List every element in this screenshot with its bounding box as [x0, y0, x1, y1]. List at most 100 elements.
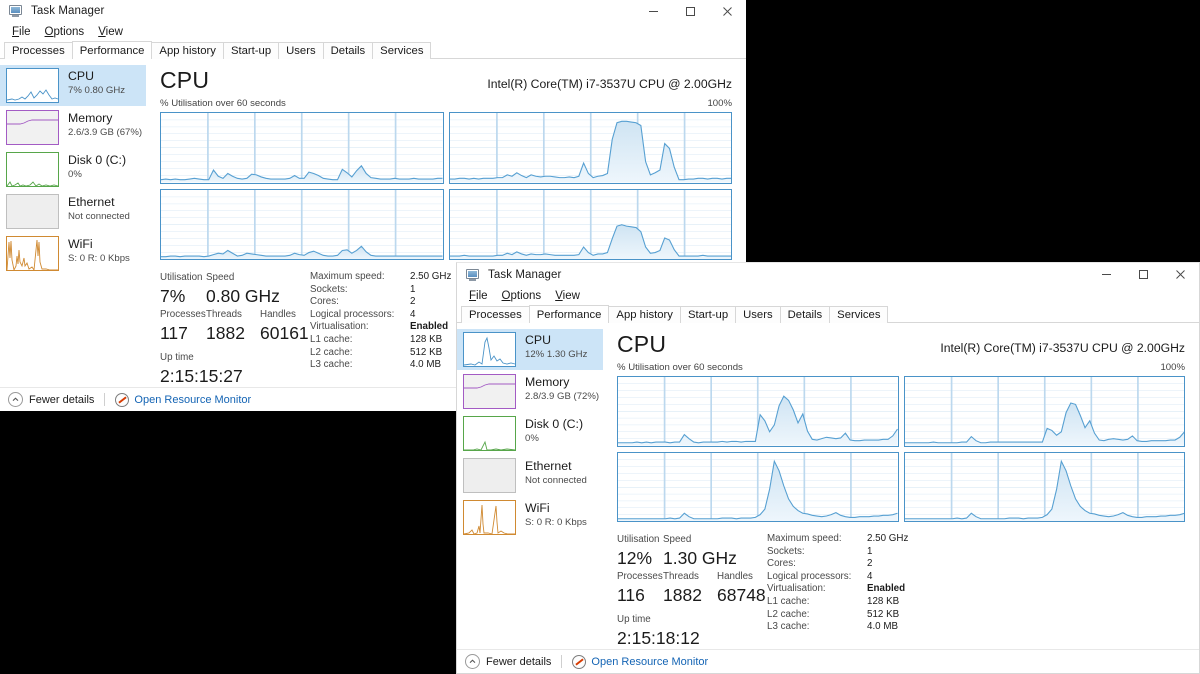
sidebar-item-label: Memory [525, 375, 599, 390]
graph-caption-row: % Utilisation over 60 seconds 100% [160, 98, 732, 109]
sidebar-item-text: Disk 0 (C:)0% [525, 416, 583, 445]
sidebar-item-sublabel: 0% [68, 168, 126, 181]
detail-label: Logical processors: [767, 571, 867, 584]
detail-row: L1 cache:128 KB [767, 596, 1185, 609]
cpu-graph-2[interactable] [160, 189, 444, 261]
chevron-up-icon [8, 392, 23, 407]
detail-row: Sockets:1 [767, 546, 1185, 559]
menu-item-view[interactable]: View [550, 289, 586, 303]
close-button[interactable] [709, 0, 746, 22]
detail-label: Logical processors: [310, 309, 410, 322]
tab-performance[interactable]: Performance [529, 305, 610, 323]
main-panel: CPUIntel(R) Core(TM) i7-3537U CPU @ 2.00… [603, 323, 1199, 673]
detail-row: L3 cache:4.0 MB [767, 621, 1185, 634]
speed-label: Speed [663, 533, 737, 547]
cpu-graph-3[interactable] [904, 452, 1186, 523]
sidebar-item-sublabel: 7% 0.80 GHz [68, 84, 125, 97]
maximise-button[interactable] [1125, 263, 1162, 285]
maximise-button[interactable] [672, 0, 709, 22]
menu-item-options[interactable]: Options [40, 25, 91, 39]
fewer-details-label: Fewer details [486, 656, 551, 668]
sidebar-item-cpu[interactable]: CPU7% 0.80 GHz [0, 65, 146, 106]
detail-label: Virtualisation: [310, 321, 410, 334]
handles: Handles60161 [260, 308, 310, 345]
stats-primary: Utilisation7%Speed0.80 GHzProcesses117Th… [160, 271, 310, 388]
sidebar-item-ethernet[interactable]: EthernetNot connected [0, 191, 146, 232]
open-resource-monitor-link[interactable]: Open Resource Monitor [572, 655, 708, 669]
sidebar-item-label: WiFi [68, 237, 130, 252]
detail-value: 2 [410, 296, 415, 309]
tab-services[interactable]: Services [372, 42, 431, 59]
window-controls [635, 0, 746, 22]
cpu-graph-0[interactable] [617, 376, 899, 447]
sidebar-item-wifi[interactable]: WiFiS: 0 R: 0 Kbps [0, 233, 146, 274]
uptime: Up time2:15:15:27 [160, 351, 310, 388]
fewer-details-button[interactable]: Fewer details [8, 392, 94, 407]
menu-item-view[interactable]: View [93, 25, 129, 39]
sidebar-item-sublabel: 0% [525, 432, 583, 445]
detail-label: L1 cache: [767, 596, 867, 609]
detail-value: 512 KB [867, 609, 899, 622]
cpu-graph-1[interactable] [449, 112, 733, 184]
sidebar-item-memory[interactable]: Memory2.8/3.9 GB (72%) [457, 371, 603, 412]
speed-value: 1.30 GHz [663, 547, 737, 570]
minimise-button[interactable] [1088, 263, 1125, 285]
graph-max-label: 100% [707, 98, 732, 109]
uptime-value: 2:15:18:12 [617, 627, 767, 650]
fewer-details-button[interactable]: Fewer details [465, 654, 551, 669]
handles-label: Handles [260, 308, 310, 322]
sidebar-item-cpu[interactable]: CPU12% 1.30 GHz [457, 329, 603, 370]
window-title: Task Manager [488, 269, 561, 281]
menu-item-file[interactable]: File [464, 289, 494, 303]
detail-label: Maximum speed: [310, 271, 410, 284]
speed-value: 0.80 GHz [206, 285, 280, 308]
tab-start-up[interactable]: Start-up [680, 306, 736, 323]
open-resource-monitor-label: Open Resource Monitor [134, 394, 251, 406]
detail-value: 1 [410, 284, 415, 297]
tab-start-up[interactable]: Start-up [223, 42, 279, 59]
sidebar-item-disk-0-c-[interactable]: Disk 0 (C:)0% [457, 413, 603, 454]
tab-processes[interactable]: Processes [461, 306, 530, 323]
threads-label: Threads [206, 308, 260, 322]
tab-users[interactable]: Users [735, 306, 781, 323]
handles: Handles68748 [717, 570, 767, 607]
sidebar-item-text: Memory2.6/3.9 GB (67%) [68, 110, 142, 139]
open-resource-monitor-label: Open Resource Monitor [591, 656, 708, 668]
sidebar-item-ethernet[interactable]: EthernetNot connected [457, 455, 603, 496]
cpu-graph-2[interactable] [617, 452, 899, 523]
cpu-graph-3[interactable] [449, 189, 733, 261]
tab-services[interactable]: Services [829, 306, 888, 323]
minimise-button[interactable] [635, 0, 672, 22]
detail-label: Virtualisation: [767, 583, 867, 596]
tab-strip: ProcessesPerformanceApp historyStart-upU… [457, 305, 1199, 323]
tab-app-history[interactable]: App history [608, 306, 681, 323]
sidebar: CPU12% 1.30 GHzMemory2.8/3.9 GB (72%) Dis… [457, 323, 603, 673]
speed: Speed0.80 GHz [206, 271, 280, 308]
cpu-graph-0[interactable] [160, 112, 444, 184]
task-manager-icon [8, 3, 24, 19]
task-manager-icon [465, 267, 481, 283]
sidebar-item-memory[interactable]: Memory2.6/3.9 GB (67%) [0, 107, 146, 148]
tab-details[interactable]: Details [780, 306, 831, 323]
menu-item-file[interactable]: File [7, 25, 37, 39]
detail-value: 128 KB [867, 596, 899, 609]
utilisation-label: Utilisation [617, 533, 663, 547]
open-resource-monitor-link[interactable]: Open Resource Monitor [115, 393, 251, 407]
tab-performance[interactable]: Performance [72, 41, 153, 59]
tab-processes[interactable]: Processes [4, 42, 73, 59]
speed-label: Speed [206, 271, 280, 285]
sidebar-item-label: WiFi [525, 501, 587, 516]
sidebar-item-wifi[interactable]: WiFiS: 0 R: 0 Kbps [457, 497, 603, 538]
tab-app-history[interactable]: App history [151, 42, 224, 59]
tab-users[interactable]: Users [278, 42, 324, 59]
close-button[interactable] [1162, 263, 1199, 285]
detail-value: 4.0 MB [867, 621, 898, 634]
graph-caption: % Utilisation over 60 seconds [160, 98, 286, 109]
menu-item-options[interactable]: Options [497, 289, 548, 303]
tab-details[interactable]: Details [323, 42, 374, 59]
cpu-graph-1[interactable] [904, 376, 1186, 447]
detail-value: 2.50 GHz [867, 533, 908, 546]
handles-value: 68748 [717, 584, 767, 607]
sidebar-thumbnail [6, 236, 59, 271]
sidebar-item-disk-0-c-[interactable]: Disk 0 (C:)0% [0, 149, 146, 190]
